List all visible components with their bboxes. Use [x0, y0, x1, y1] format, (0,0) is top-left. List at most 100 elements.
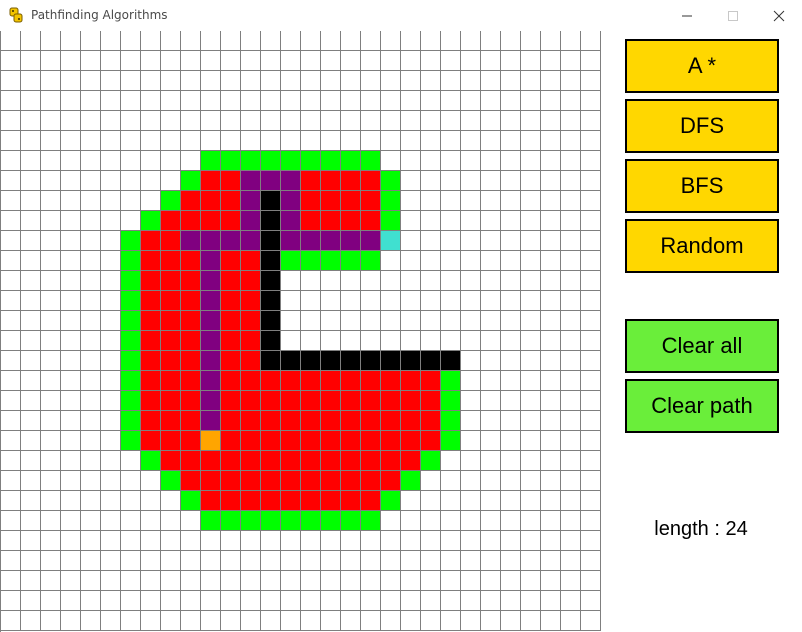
grid-cell-empty[interactable] — [541, 111, 561, 131]
grid-cell-empty[interactable] — [81, 531, 101, 551]
grid-cell-empty[interactable] — [501, 111, 521, 131]
grid-cell-empty[interactable] — [321, 111, 341, 131]
grid-cell-open[interactable] — [121, 391, 141, 411]
grid-cell-empty[interactable] — [121, 211, 141, 231]
grid-cell-empty[interactable] — [541, 531, 561, 551]
grid-cell-empty[interactable] — [461, 471, 481, 491]
grid-cell-open[interactable] — [281, 151, 301, 171]
grid-cell-empty[interactable] — [501, 371, 521, 391]
grid-cell-empty[interactable] — [441, 471, 461, 491]
grid-cell-empty[interactable] — [61, 431, 81, 451]
grid-cell-closed[interactable] — [221, 271, 241, 291]
grid-cell-empty[interactable] — [161, 611, 181, 631]
grid-cell-empty[interactable] — [541, 371, 561, 391]
grid-cell-empty[interactable] — [141, 611, 161, 631]
grid-cell-empty[interactable] — [1, 271, 21, 291]
grid-cell-empty[interactable] — [521, 31, 541, 51]
grid-cell-closed[interactable] — [221, 391, 241, 411]
grid-cell-empty[interactable] — [261, 551, 281, 571]
grid-cell-empty[interactable] — [1, 591, 21, 611]
grid-cell-open[interactable] — [441, 391, 461, 411]
grid-cell-closed[interactable] — [321, 451, 341, 471]
grid-cell-closed[interactable] — [401, 391, 421, 411]
grid-cell-empty[interactable] — [101, 251, 121, 271]
grid-cell-empty[interactable] — [541, 231, 561, 251]
grid-cell-empty[interactable] — [521, 331, 541, 351]
grid-cell-empty[interactable] — [321, 531, 341, 551]
grid-cell-empty[interactable] — [41, 111, 61, 131]
grid-cell-empty[interactable] — [121, 151, 141, 171]
grid-cell-empty[interactable] — [461, 131, 481, 151]
grid-cell-empty[interactable] — [361, 291, 381, 311]
grid-cell-empty[interactable] — [521, 111, 541, 131]
grid-cell-empty[interactable] — [541, 491, 561, 511]
grid-cell-empty[interactable] — [81, 391, 101, 411]
grid-cell-empty[interactable] — [541, 271, 561, 291]
grid-cell-open[interactable] — [261, 511, 281, 531]
grid-cell-empty[interactable] — [341, 311, 361, 331]
grid-cell-empty[interactable] — [421, 291, 441, 311]
grid-cell-empty[interactable] — [461, 211, 481, 231]
grid-cell-empty[interactable] — [301, 51, 321, 71]
grid-cell-empty[interactable] — [481, 291, 501, 311]
grid-cell-closed[interactable] — [261, 391, 281, 411]
grid-cell-empty[interactable] — [521, 531, 541, 551]
grid-cell-empty[interactable] — [281, 591, 301, 611]
grid-cell-empty[interactable] — [341, 591, 361, 611]
grid-cell-empty[interactable] — [161, 511, 181, 531]
grid-cell-empty[interactable] — [561, 311, 581, 331]
grid-cell-empty[interactable] — [181, 551, 201, 571]
grid-cell-empty[interactable] — [161, 591, 181, 611]
grid-cell-empty[interactable] — [1, 111, 21, 131]
grid-cell-empty[interactable] — [41, 71, 61, 91]
grid-cell-empty[interactable] — [121, 471, 141, 491]
grid-cell-closed[interactable] — [361, 391, 381, 411]
grid-cell-empty[interactable] — [421, 491, 441, 511]
grid-cell-empty[interactable] — [41, 91, 61, 111]
grid-cell-closed[interactable] — [181, 331, 201, 351]
grid-cell-empty[interactable] — [101, 471, 121, 491]
grid-cell-path[interactable] — [201, 391, 221, 411]
grid-cell-empty[interactable] — [1, 311, 21, 331]
grid-cell-empty[interactable] — [61, 611, 81, 631]
grid-cell-empty[interactable] — [501, 511, 521, 531]
grid-cell-empty[interactable] — [561, 51, 581, 71]
grid-cell-empty[interactable] — [461, 551, 481, 571]
grid-cell-path[interactable] — [321, 231, 341, 251]
grid-cell-closed[interactable] — [361, 171, 381, 191]
grid-cell-empty[interactable] — [301, 291, 321, 311]
grid-cell-empty[interactable] — [341, 571, 361, 591]
grid-cell-empty[interactable] — [121, 111, 141, 131]
grid-cell-empty[interactable] — [421, 51, 441, 71]
grid-cell-open[interactable] — [201, 511, 221, 531]
grid-cell-empty[interactable] — [581, 151, 601, 171]
grid-cell-empty[interactable] — [81, 71, 101, 91]
grid-cell-closed[interactable] — [161, 271, 181, 291]
grid-cell-empty[interactable] — [81, 251, 101, 271]
grid-cell-closed[interactable] — [341, 411, 361, 431]
grid-cell-empty[interactable] — [21, 311, 41, 331]
grid-cell-path[interactable] — [201, 271, 221, 291]
grid-cell-empty[interactable] — [1, 71, 21, 91]
grid-cell-empty[interactable] — [501, 251, 521, 271]
grid-cell-closed[interactable] — [141, 411, 161, 431]
grid-cell-empty[interactable] — [481, 371, 501, 391]
grid-cell-barrier[interactable] — [261, 291, 281, 311]
grid-cell-closed[interactable] — [141, 331, 161, 351]
grid-cell-empty[interactable] — [341, 111, 361, 131]
grid-cell-path[interactable] — [341, 231, 361, 251]
grid-cell-empty[interactable] — [61, 211, 81, 231]
grid-cell-path[interactable] — [201, 371, 221, 391]
grid-cell-empty[interactable] — [501, 591, 521, 611]
grid-cell-empty[interactable] — [261, 611, 281, 631]
grid-cell-empty[interactable] — [461, 171, 481, 191]
grid-cell-empty[interactable] — [61, 331, 81, 351]
grid-cell-barrier[interactable] — [381, 351, 401, 371]
grid-cell-closed[interactable] — [221, 291, 241, 311]
grid-cell-empty[interactable] — [41, 171, 61, 191]
grid-cell-empty[interactable] — [61, 131, 81, 151]
grid-cell-empty[interactable] — [41, 611, 61, 631]
grid-cell-empty[interactable] — [501, 491, 521, 511]
grid-cell-closed[interactable] — [421, 371, 441, 391]
grid-cell-empty[interactable] — [21, 451, 41, 471]
